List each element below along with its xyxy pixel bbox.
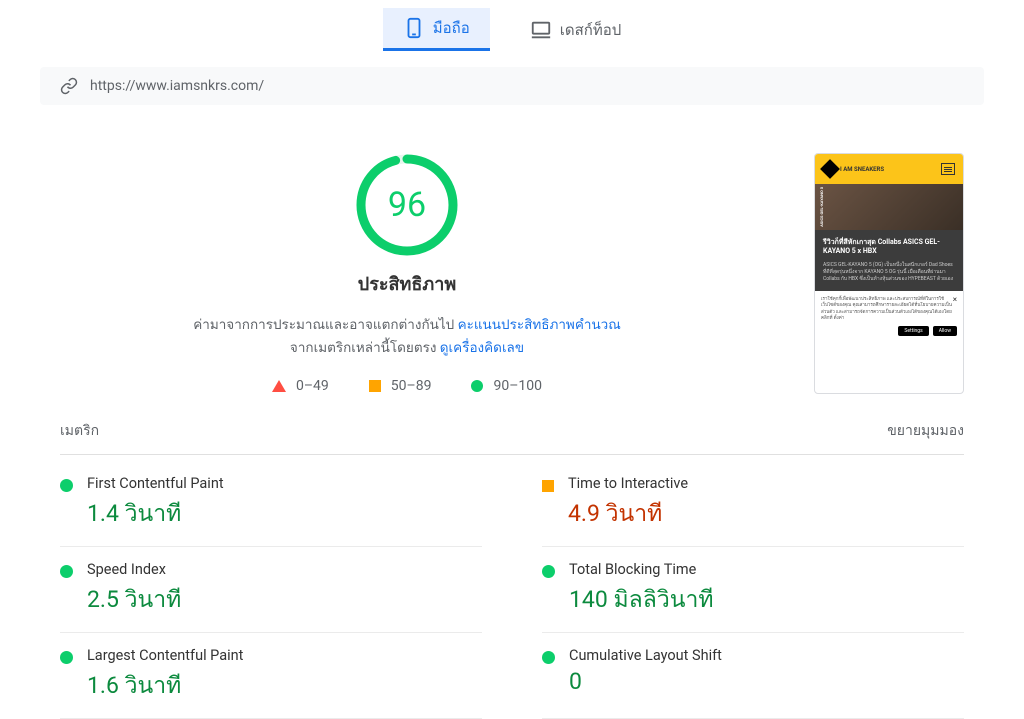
metric-value: 0 (569, 668, 964, 695)
preview-cookie-banner: × เราใช้คุกกี้เพื่อพัฒนาประสิทธิภาพ และป… (815, 291, 963, 342)
preview-article-title: รีวิวก็ที่สีหักเกาสุด Collabs ASICS GEL-… (823, 238, 955, 256)
metric-value: 1.6 วินาที (87, 668, 482, 704)
link-score-calc[interactable]: คะแนนประสิทธิภาพคำนวณ (458, 317, 621, 333)
tab-desktop-label: เดสก์ท็อป (560, 18, 622, 42)
metric-label: Total Blocking Time (569, 561, 964, 578)
square-icon (369, 380, 381, 392)
performance-score: 96 (388, 185, 426, 225)
metric-value: 1.4 วินาที (87, 496, 482, 532)
metric-label: Speed Index (87, 561, 482, 578)
legend-fail-label: 0–49 (296, 378, 329, 394)
metrics-header: เมตริก ขยายมุมมอง (0, 414, 1024, 448)
performance-gauge: 96 (355, 153, 459, 257)
tab-mobile[interactable]: มือถือ (383, 8, 490, 51)
legend-pass: 90–100 (471, 378, 542, 394)
tab-mobile-label: มือถือ (433, 16, 470, 40)
preview-cookie-text: เราใช้คุกกี้เพื่อพัฒนาประสิทธิภาพ และประ… (821, 297, 957, 322)
metric-item[interactable]: Largest Contentful Paint 1.6 วินาที (60, 633, 482, 719)
metric-value: 2.5 วินาที (87, 582, 482, 618)
desc-mid: จากเมตริกเหล่านี้โดยตรง (290, 340, 440, 356)
performance-title: ประสิทธิภาพ (358, 269, 456, 298)
preview-body: รีวิวก็ที่สีหักเกาสุด Collabs ASICS GEL-… (815, 230, 963, 291)
link-calculator[interactable]: ดูเครื่องคิดเลข (440, 340, 524, 356)
circle-icon (60, 651, 73, 664)
preview-logo-icon (820, 159, 840, 179)
circle-icon (60, 479, 73, 492)
url-text: https://www.iamsnkrs.com/ (90, 78, 264, 94)
legend-fail: 0–49 (272, 378, 329, 394)
device-tabs: มือถือ เดสก์ท็อป (0, 0, 1024, 59)
triangle-icon (272, 380, 286, 392)
circle-icon (542, 565, 555, 578)
legend-pass-label: 90–100 (493, 378, 542, 394)
preview-logo: I AM SNEAKERS (823, 162, 884, 176)
metric-value: 140 มิลลิวินาที (569, 582, 964, 618)
square-icon (542, 480, 554, 492)
metric-label: First Contentful Paint (87, 475, 482, 492)
divider (60, 454, 964, 455)
metric-value: 4.9 วินาที (568, 496, 964, 532)
tab-desktop[interactable]: เดสก์ท็อป (510, 8, 642, 51)
preview-article-text: ASICS GEL-KAYANO 5 (OG) เป็นหนึ่งในสนีกเ… (823, 262, 955, 283)
metric-item[interactable]: Cumulative Layout Shift 0 (542, 633, 964, 719)
preview-image-label: ASICS GEL-KAYANO 5 (819, 187, 824, 227)
link-icon (60, 77, 78, 95)
preview-hero-image: ASICS GEL-KAYANO 5 (815, 184, 963, 230)
hamburger-icon (941, 163, 955, 175)
site-preview: I AM SNEAKERS ASICS GEL-KAYANO 5 รีวิวก็… (814, 153, 964, 394)
mobile-icon (403, 17, 425, 39)
desc-prefix: ค่ามาจากการประมาณและอาจแตกต่างกันไป (193, 317, 457, 333)
desktop-icon (530, 19, 552, 41)
circle-icon (471, 380, 483, 392)
metric-item[interactable]: Speed Index 2.5 วินาที (60, 547, 482, 633)
preview-brand: I AM SNEAKERS (840, 166, 884, 173)
performance-description: ค่ามาจากการประมาณและอาจแตกต่างกันไป คะแน… (182, 314, 632, 360)
preview-allow-button: Allow (933, 326, 957, 336)
circle-icon (60, 565, 73, 578)
legend-average: 50–89 (369, 378, 432, 394)
close-icon: × (953, 295, 957, 304)
metric-item[interactable]: Total Blocking Time 140 มิลลิวินาที (542, 547, 964, 633)
preview-settings-button: Settings (898, 326, 928, 336)
metrics-grid: First Contentful Paint 1.4 วินาที Time to … (0, 461, 1024, 719)
metric-label: Cumulative Layout Shift (569, 647, 964, 664)
expand-view-link[interactable]: ขยายมุมมอง (887, 420, 964, 442)
metric-item[interactable]: First Contentful Paint 1.4 วินาที (60, 461, 482, 547)
preview-header: I AM SNEAKERS (815, 154, 963, 184)
url-bar[interactable]: https://www.iamsnkrs.com/ (40, 67, 984, 105)
circle-icon (542, 651, 555, 664)
metric-label: Largest Contentful Paint (87, 647, 482, 664)
metric-label: Time to Interactive (568, 475, 964, 492)
score-legend: 0–49 50–89 90–100 (272, 378, 542, 394)
metrics-title: เมตริก (60, 420, 99, 442)
metric-item[interactable]: Time to Interactive 4.9 วินาที (542, 461, 964, 547)
legend-avg-label: 50–89 (391, 378, 432, 394)
